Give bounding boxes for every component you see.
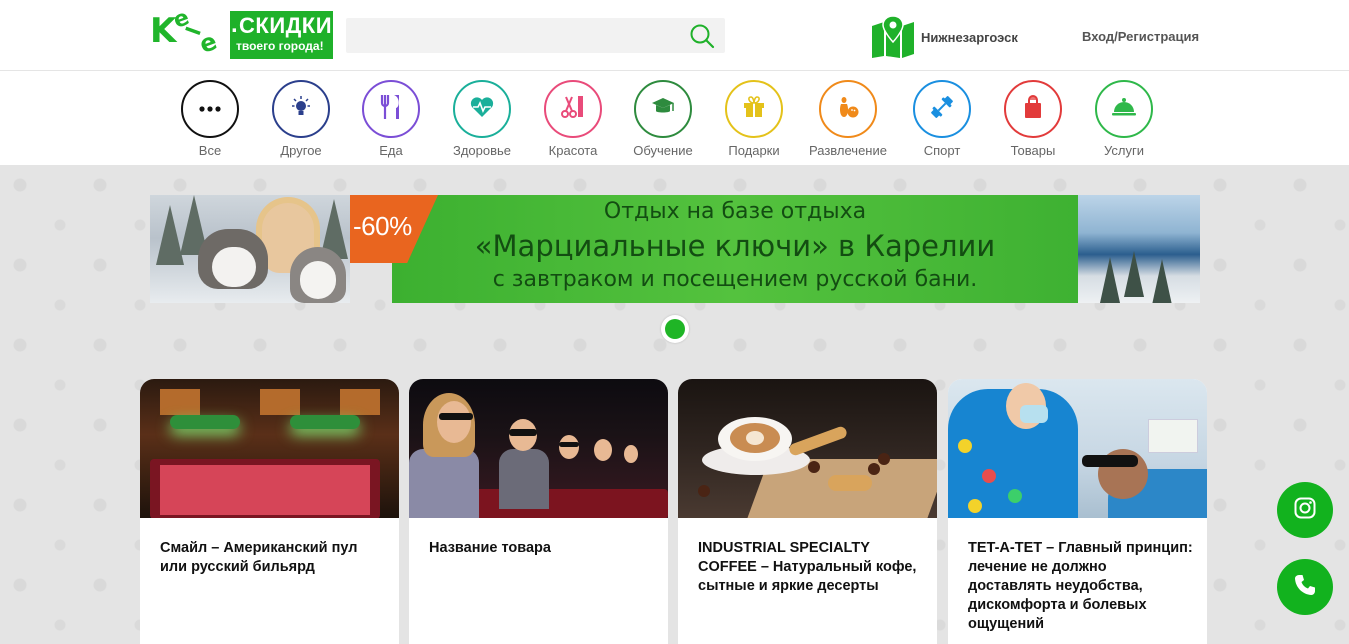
logo-tagline-box: . СКИДКИ твоего города! [230, 11, 333, 59]
category-label: Красота [548, 143, 598, 158]
banner-photo-winter [150, 195, 350, 303]
category-label: Развлечение [809, 143, 887, 158]
site-header: K e l e . СКИДКИ твоего города! Нижнезар [0, 0, 1349, 71]
city-selector[interactable]: Нижнезаргоэск [870, 15, 1018, 58]
city-name: Нижнезаргоэск [921, 29, 1018, 45]
deal-card[interactable]: Название товара [409, 379, 668, 644]
category-label: Спорт [923, 143, 961, 158]
card-image-cinema [409, 379, 668, 518]
logo-wordmark: K e l e [150, 5, 221, 59]
category-goods[interactable]: Товары [988, 80, 1078, 158]
category-gifts[interactable]: Подарки [709, 80, 799, 158]
category-label: Другое [280, 143, 322, 158]
banner-line2: «Марциальные ключи» в Карелии [474, 229, 996, 263]
deal-card[interactable]: INDUSTRIAL SPECIALTY COFFEE – Натуральны… [678, 379, 937, 644]
search-input[interactable] [346, 18, 676, 53]
category-label: Все [198, 143, 222, 158]
phone-button[interactable] [1277, 559, 1333, 615]
card-title: INDUSTRIAL SPECIALTY COFFEE – Натуральны… [698, 540, 917, 594]
category-entertainment[interactable]: Развлечение [803, 80, 893, 158]
bowling-icon [837, 95, 859, 124]
search-icon[interactable] [689, 23, 715, 49]
category-label: Подарки [728, 143, 780, 158]
logo-line1: СКИДКИ [239, 13, 333, 38]
category-all[interactable]: Все [165, 80, 255, 158]
search-bar [346, 18, 725, 53]
lightbulb-icon [290, 95, 312, 123]
slider-dot-active[interactable] [661, 315, 689, 343]
card-title: Название товара [429, 540, 551, 556]
login-register-link[interactable]: Вход/Регистрация [1082, 29, 1199, 44]
service-cloche-icon [1111, 97, 1137, 122]
category-label: Еда [379, 143, 403, 158]
card-image-dentist [948, 379, 1207, 518]
banner-line1: Отдых на базе отдыха [603, 199, 867, 224]
site-logo[interactable]: K e l e . СКИДКИ твоего города! [150, 5, 334, 59]
banner-photo-lake [1078, 195, 1200, 303]
category-bar: Все Другое Еда Здоровье Красота Обучение [0, 71, 1349, 165]
map-pin-icon [870, 15, 916, 58]
deal-card[interactable]: TET-A-TET – Главный принцип: лечение не … [948, 379, 1207, 644]
heart-pulse-icon [470, 96, 494, 123]
category-services[interactable]: Услуги [1079, 80, 1169, 158]
banner-line3: с завтраком и посещением русской бани. [492, 267, 978, 292]
category-label: Товары [1010, 143, 1056, 158]
promo-banner[interactable]: -60% Отдых на базе отдыха «Марциальные к… [150, 195, 1200, 303]
category-beauty[interactable]: Красота [528, 80, 618, 158]
instagram-icon [1294, 497, 1316, 524]
logo-line2: твоего города! [236, 39, 324, 53]
card-title: Смайл – Американский пул или русский бил… [160, 540, 358, 575]
category-education[interactable]: Обучение [618, 80, 708, 158]
graduation-cap-icon [651, 97, 675, 122]
dots-icon [198, 100, 222, 118]
category-label: Здоровье [452, 143, 512, 158]
instagram-button[interactable] [1277, 482, 1333, 538]
category-food[interactable]: Еда [346, 80, 436, 158]
category-label: Услуги [1104, 143, 1144, 158]
card-image-billiard [140, 379, 399, 518]
deal-card[interactable]: Смайл – Американский пул или русский бил… [140, 379, 399, 644]
shopping-bag-icon [1023, 94, 1043, 124]
phone-icon [1294, 574, 1316, 601]
category-sport[interactable]: Спорт [897, 80, 987, 158]
scissors-comb-icon [561, 95, 585, 123]
category-label: Обучение [633, 143, 693, 158]
dumbbell-icon [930, 95, 954, 124]
card-title: TET-A-TET – Главный принцип: лечение не … [968, 540, 1193, 632]
fork-knife-icon [380, 94, 402, 124]
card-image-coffee [678, 379, 937, 518]
category-health[interactable]: Здоровье [437, 80, 527, 158]
category-other[interactable]: Другое [256, 80, 346, 158]
gift-icon [743, 95, 765, 123]
